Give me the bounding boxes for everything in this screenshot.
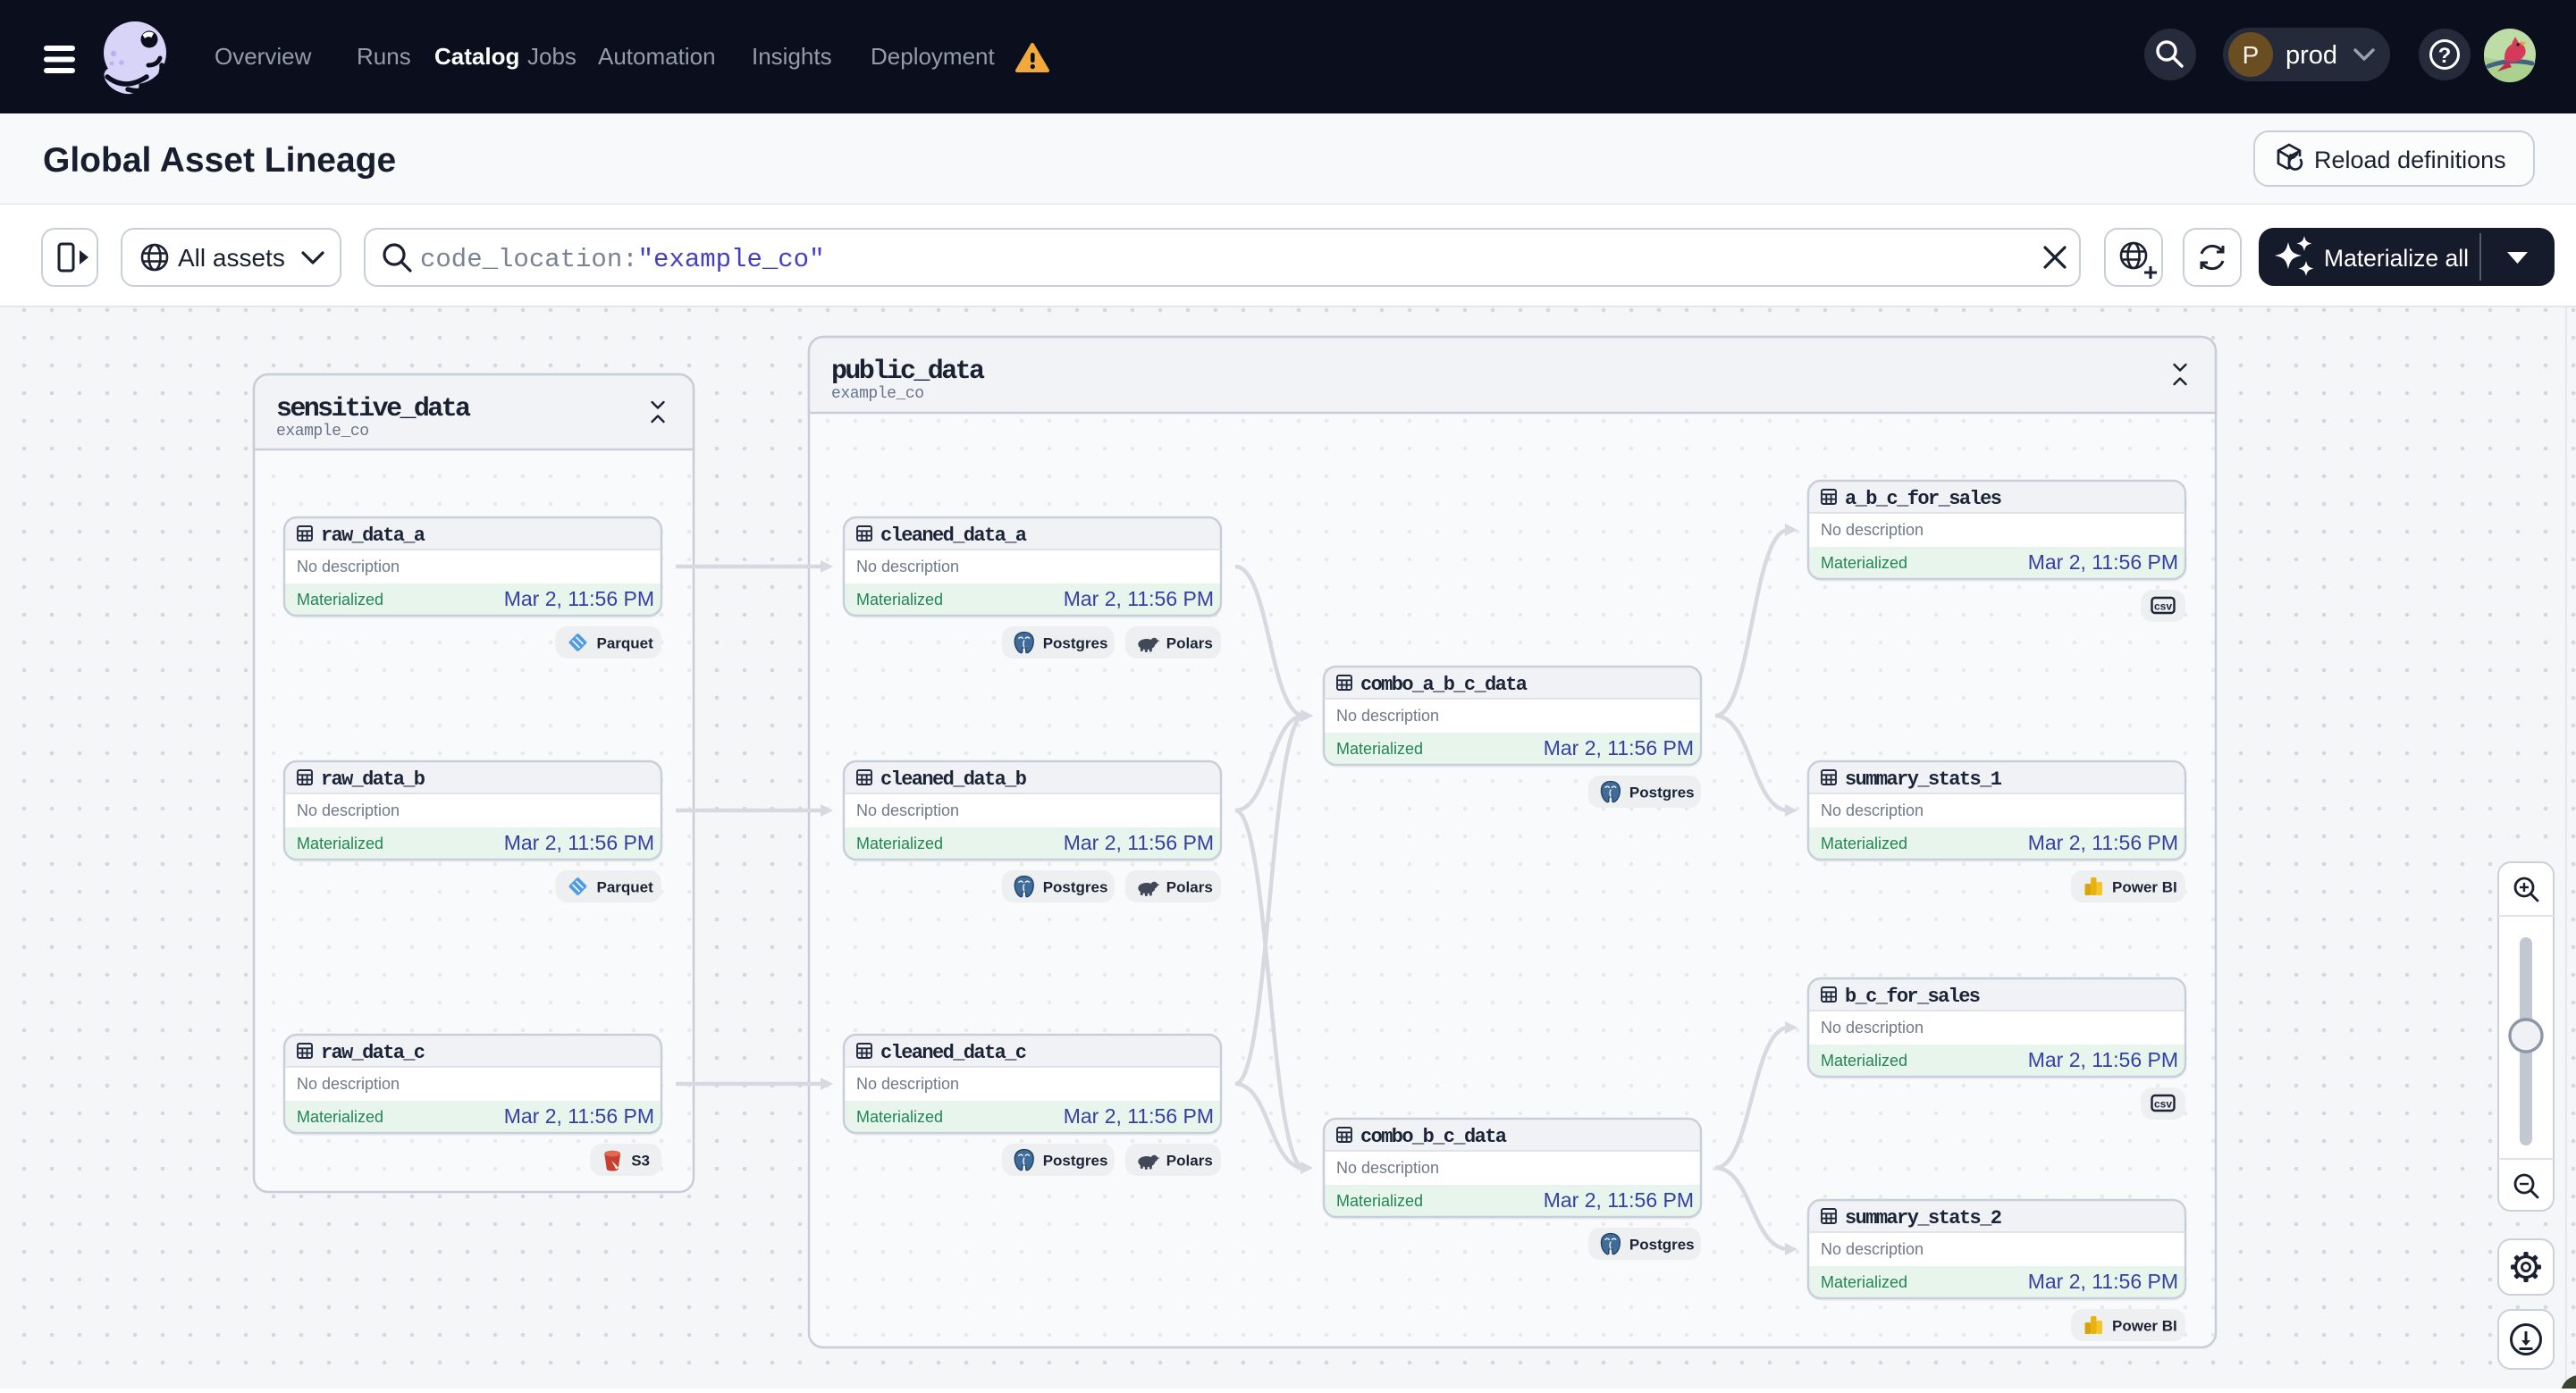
svg-text:example_co: example_co bbox=[831, 385, 924, 403]
svg-text:Materialized: Materialized bbox=[1336, 1192, 1423, 1210]
svg-text:No description: No description bbox=[1821, 1240, 1924, 1258]
svg-text:Mar 2, 11:56 PM: Mar 2, 11:56 PM bbox=[1544, 1188, 1694, 1212]
svg-text:example_co: example_co bbox=[276, 423, 369, 441]
svg-text:No description: No description bbox=[1821, 801, 1924, 819]
svg-text:summary_stats_2: summary_stats_2 bbox=[1845, 1207, 2002, 1229]
svg-text:Mar 2, 11:56 PM: Mar 2, 11:56 PM bbox=[504, 1104, 654, 1128]
svg-text:Parquet: Parquet bbox=[597, 879, 654, 896]
svg-text:summary_stats_1: summary_stats_1 bbox=[1845, 768, 2002, 791]
svg-text:Postgres: Postgres bbox=[1629, 785, 1695, 801]
svg-text:No description: No description bbox=[297, 558, 400, 575]
svg-text:Automation: Automation bbox=[598, 43, 716, 70]
svg-text:Mar 2, 11:56 PM: Mar 2, 11:56 PM bbox=[2028, 1270, 2178, 1293]
svg-text:Parquet: Parquet bbox=[597, 635, 654, 652]
svg-text:No description: No description bbox=[856, 558, 959, 575]
svg-text:combo_a_b_c_data: combo_a_b_c_data bbox=[1360, 674, 1528, 696]
svg-text:No description: No description bbox=[1336, 707, 1439, 725]
svg-text:Global Asset Lineage: Global Asset Lineage bbox=[43, 141, 396, 180]
svg-text:prod: prod bbox=[2286, 41, 2337, 70]
svg-text:Materialized: Materialized bbox=[856, 835, 943, 852]
svg-text:Insights: Insights bbox=[752, 43, 832, 70]
svg-text:Power BI: Power BI bbox=[2112, 879, 2177, 896]
svg-text:public_data: public_data bbox=[831, 357, 985, 387]
svg-text:csv: csv bbox=[2154, 600, 2172, 613]
svg-text:P: P bbox=[2243, 41, 2260, 69]
svg-text:All assets: All assets bbox=[178, 244, 285, 272]
svg-text:No description: No description bbox=[1821, 1019, 1924, 1036]
svg-text:Materialized: Materialized bbox=[297, 1108, 383, 1126]
svg-text:sensitive_data: sensitive_data bbox=[276, 394, 471, 424]
svg-text:b_c_for_sales: b_c_for_sales bbox=[1845, 986, 1981, 1008]
svg-text:?: ? bbox=[2438, 44, 2452, 68]
svg-text:No description: No description bbox=[1821, 521, 1924, 539]
svg-text:Deployment: Deployment bbox=[871, 43, 996, 70]
svg-text:Materialized: Materialized bbox=[1821, 554, 1907, 572]
svg-text:Mar 2, 11:56 PM: Mar 2, 11:56 PM bbox=[1064, 587, 1214, 610]
svg-text:No description: No description bbox=[1336, 1159, 1439, 1177]
svg-text:Materialized: Materialized bbox=[856, 591, 943, 608]
svg-text:No description: No description bbox=[856, 1075, 959, 1093]
svg-text:cleaned_data_a: cleaned_data_a bbox=[880, 524, 1027, 547]
svg-text:cleaned_data_c: cleaned_data_c bbox=[880, 1042, 1027, 1064]
svg-text:combo_b_c_data: combo_b_c_data bbox=[1360, 1126, 1507, 1148]
svg-text:raw_data_c: raw_data_c bbox=[321, 1042, 425, 1064]
svg-text:No description: No description bbox=[297, 1075, 400, 1093]
svg-text:a_b_c_for_sales: a_b_c_for_sales bbox=[1845, 488, 2002, 510]
svg-text:Runs: Runs bbox=[357, 43, 411, 70]
svg-text:No description: No description bbox=[297, 801, 400, 819]
svg-text:Postgres: Postgres bbox=[1043, 635, 1108, 652]
svg-text:csv: csv bbox=[2154, 1098, 2172, 1111]
svg-text:raw_data_b: raw_data_b bbox=[321, 768, 425, 791]
svg-text:Materialized: Materialized bbox=[1821, 1052, 1907, 1070]
svg-text:Mar 2, 11:56 PM: Mar 2, 11:56 PM bbox=[504, 587, 654, 610]
svg-text:Materialized: Materialized bbox=[297, 591, 383, 608]
svg-text:Catalog: Catalog bbox=[434, 43, 519, 70]
svg-text:Postgres: Postgres bbox=[1043, 1153, 1108, 1170]
svg-text:Polars: Polars bbox=[1166, 879, 1213, 896]
svg-text:Postgres: Postgres bbox=[1043, 879, 1108, 896]
svg-text:Polars: Polars bbox=[1166, 635, 1213, 652]
svg-text:Materialized: Materialized bbox=[1821, 835, 1907, 852]
svg-text:Materialized: Materialized bbox=[1821, 1273, 1907, 1291]
svg-text:No description: No description bbox=[856, 801, 959, 819]
svg-text:raw_data_a: raw_data_a bbox=[321, 524, 425, 547]
svg-text:Materialized: Materialized bbox=[1336, 740, 1423, 758]
svg-text:Polars: Polars bbox=[1166, 1153, 1213, 1170]
svg-text:code_location:"example_co": code_location:"example_co" bbox=[420, 245, 824, 274]
svg-text:Materialized: Materialized bbox=[856, 1108, 943, 1126]
svg-text:Materialized: Materialized bbox=[297, 835, 383, 852]
svg-text:Overview: Overview bbox=[215, 43, 312, 70]
svg-text:Mar 2, 11:56 PM: Mar 2, 11:56 PM bbox=[1064, 831, 1214, 854]
svg-text:Mar 2, 11:56 PM: Mar 2, 11:56 PM bbox=[2028, 550, 2178, 574]
svg-text:Mar 2, 11:56 PM: Mar 2, 11:56 PM bbox=[2028, 1048, 2178, 1071]
svg-text:Materialize all: Materialize all bbox=[2324, 245, 2469, 272]
svg-text:Mar 2, 11:56 PM: Mar 2, 11:56 PM bbox=[1064, 1104, 1214, 1128]
svg-text:Mar 2, 11:56 PM: Mar 2, 11:56 PM bbox=[2028, 831, 2178, 854]
svg-text:Mar 2, 11:56 PM: Mar 2, 11:56 PM bbox=[1544, 736, 1694, 759]
svg-text:Power BI: Power BI bbox=[2112, 1318, 2177, 1335]
svg-text:S3: S3 bbox=[631, 1153, 650, 1170]
svg-text:Jobs: Jobs bbox=[527, 43, 577, 70]
svg-text:Mar 2, 11:56 PM: Mar 2, 11:56 PM bbox=[504, 831, 654, 854]
svg-text:Reload definitions: Reload definitions bbox=[2314, 147, 2506, 173]
svg-text:Postgres: Postgres bbox=[1629, 1237, 1695, 1254]
svg-text:cleaned_data_b: cleaned_data_b bbox=[880, 768, 1027, 791]
